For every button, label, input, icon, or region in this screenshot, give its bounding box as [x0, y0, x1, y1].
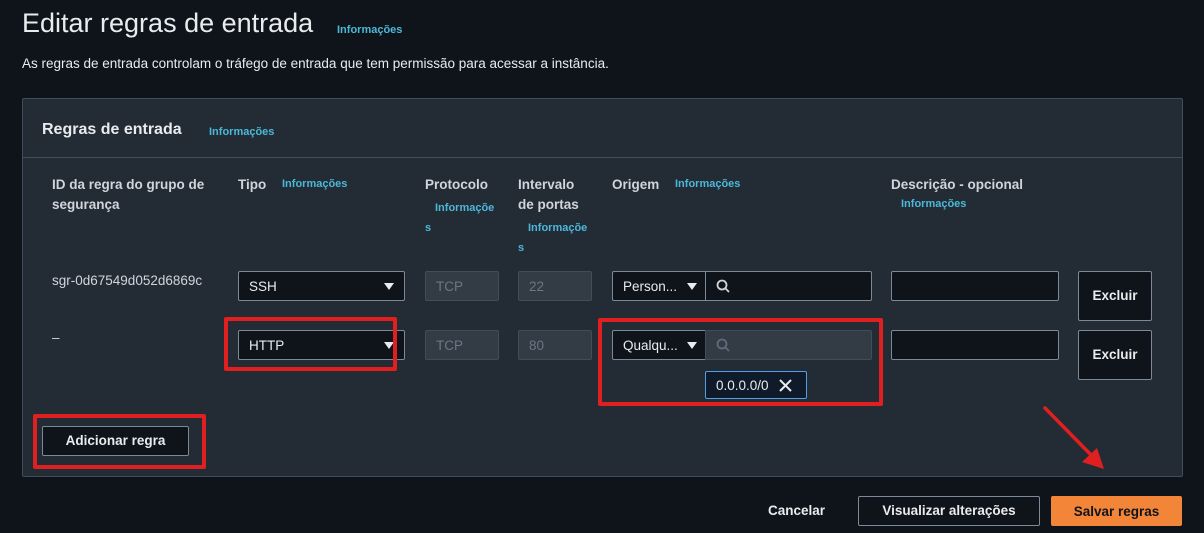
- description-info-link[interactable]: Informações: [901, 198, 966, 210]
- type-info-link[interactable]: Informações: [282, 178, 347, 190]
- rule-id-cell: sgr-0d67549d052d6869c: [52, 273, 203, 288]
- protocol-field: TCP: [425, 330, 499, 360]
- column-header-type: Tipo: [238, 177, 267, 192]
- chevron-down-icon: [384, 282, 394, 290]
- panel-divider: [22, 157, 1183, 158]
- protocol-info-link[interactable]: Informações: [425, 198, 497, 238]
- page-title: Editar regras de entrada: [22, 8, 314, 38]
- page-info-link[interactable]: Informações: [337, 24, 402, 36]
- port-info-link[interactable]: Informações: [518, 218, 590, 258]
- source-select[interactable]: Person...: [612, 271, 706, 301]
- port-range-field: 22: [518, 271, 592, 301]
- arrow-annotation-icon: [1043, 406, 1104, 469]
- column-header-description: Descrição - opcional: [891, 177, 1024, 192]
- preview-changes-button[interactable]: Visualizar alterações: [858, 496, 1040, 526]
- highlight-type-box: [224, 317, 397, 371]
- column-header-protocol: Protocolo: [425, 177, 488, 192]
- source-info-link[interactable]: Informações: [675, 178, 740, 190]
- description-input[interactable]: [891, 330, 1059, 360]
- chevron-down-icon: [687, 282, 697, 290]
- panel-title: Regras de entrada: [42, 121, 182, 138]
- highlight-source-box: [598, 318, 883, 406]
- delete-rule-button[interactable]: Excluir: [1078, 330, 1152, 380]
- save-rules-button[interactable]: Salvar regras: [1051, 496, 1182, 526]
- column-header-port-range: Intervalo de portas: [518, 177, 579, 212]
- highlight-add-rule-box: [33, 414, 206, 469]
- column-header-source: Origem: [612, 177, 660, 192]
- source-select-value: Person...: [623, 278, 678, 294]
- search-icon: [716, 279, 730, 293]
- port-range-field: 80: [518, 330, 592, 360]
- panel-info-link[interactable]: Informações: [209, 126, 274, 138]
- page-subtitle: As regras de entrada controlam o tráfego…: [22, 56, 609, 71]
- type-select[interactable]: SSH: [238, 271, 405, 301]
- source-search-input[interactable]: [705, 271, 872, 301]
- type-select-value: SSH: [249, 278, 277, 294]
- cancel-button[interactable]: Cancelar: [768, 503, 825, 518]
- delete-rule-button[interactable]: Excluir: [1078, 271, 1152, 321]
- column-header-rule-id: ID da regra do grupo de segurança: [52, 177, 205, 212]
- rule-id-cell: –: [52, 330, 60, 345]
- description-input[interactable]: [891, 271, 1059, 301]
- protocol-field: TCP: [425, 271, 499, 301]
